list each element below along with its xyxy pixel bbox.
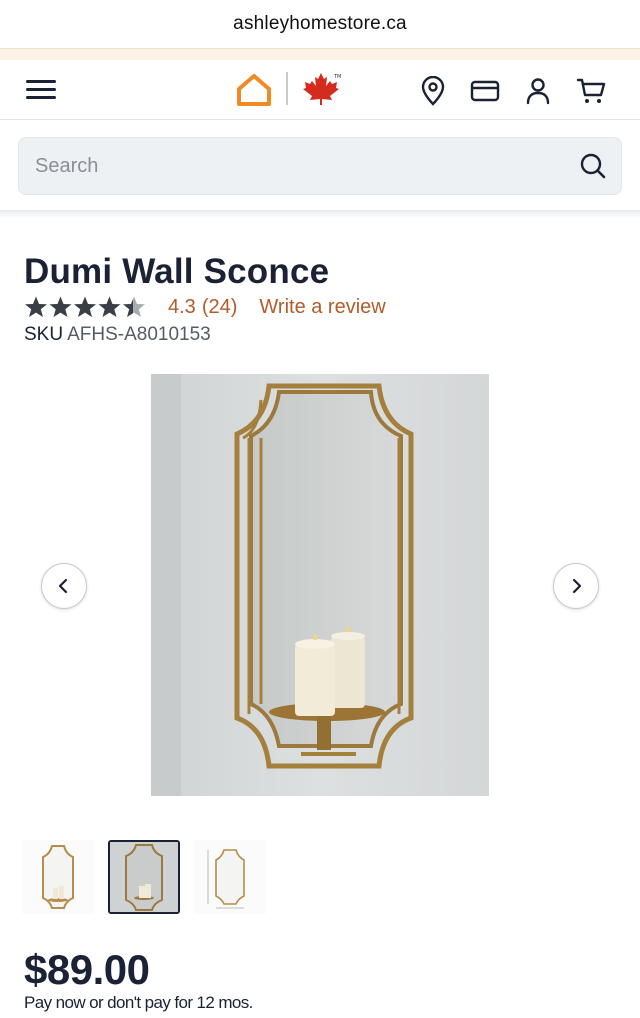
product-main-image[interactable] — [151, 374, 489, 796]
sconce-thumbnail-image — [22, 840, 94, 914]
previous-image-button[interactable] — [41, 563, 87, 609]
thumbnail-3[interactable] — [194, 840, 266, 914]
search-button[interactable] — [579, 152, 607, 180]
search-input[interactable] — [19, 138, 559, 194]
store-locator-button[interactable] — [418, 75, 448, 106]
url-text: ashleyhomestore.ca — [233, 13, 407, 34]
credit-card-icon — [470, 80, 500, 102]
thumbnail-2[interactable] — [108, 840, 180, 914]
map-pin-icon — [421, 75, 445, 106]
chevron-right-icon — [572, 578, 582, 594]
financing-note[interactable]: Pay now or don't pay for 12 mos. — [24, 993, 253, 1013]
user-icon — [526, 78, 550, 105]
maple-leaf-icon: TM — [300, 72, 344, 108]
search-icon — [580, 153, 606, 179]
cart-icon — [576, 78, 606, 103]
sku-value: AFHS-A8010153 — [67, 324, 211, 345]
svg-text:TM: TM — [333, 74, 341, 80]
search-bar — [18, 137, 622, 195]
thumbnail-1[interactable] — [22, 840, 94, 914]
rating-value: 4.3 — [168, 295, 196, 318]
product-price: $89.00 — [24, 946, 150, 993]
star-rating — [25, 296, 145, 317]
write-review-link[interactable]: Write a review — [259, 296, 385, 319]
credit-card-button[interactable] — [470, 76, 500, 106]
logo-divider — [286, 72, 288, 105]
review-count[interactable]: (24) — [202, 296, 238, 319]
chevron-left-icon — [58, 578, 68, 594]
sku-label: SKU — [24, 324, 64, 345]
next-image-button[interactable] — [553, 563, 599, 609]
browser-url-bar[interactable]: ashleyhomestore.ca — [0, 0, 640, 48]
header-shadow — [0, 210, 640, 218]
sku-line: SKU AFHS-A8010153 — [24, 324, 211, 346]
account-button[interactable] — [523, 76, 553, 106]
wall-sconce-image — [151, 374, 489, 796]
promo-strip — [0, 48, 640, 60]
product-title: Dumi Wall Sconce — [24, 252, 330, 291]
cart-button[interactable] — [576, 76, 606, 106]
sconce-dimensions-thumbnail — [194, 840, 266, 914]
site-header: TM — [0, 60, 640, 120]
rating-row: 4.3 (24) Write a review — [24, 292, 386, 322]
hamburger-menu-icon[interactable] — [26, 78, 56, 102]
sconce-thumbnail-image — [110, 842, 178, 912]
